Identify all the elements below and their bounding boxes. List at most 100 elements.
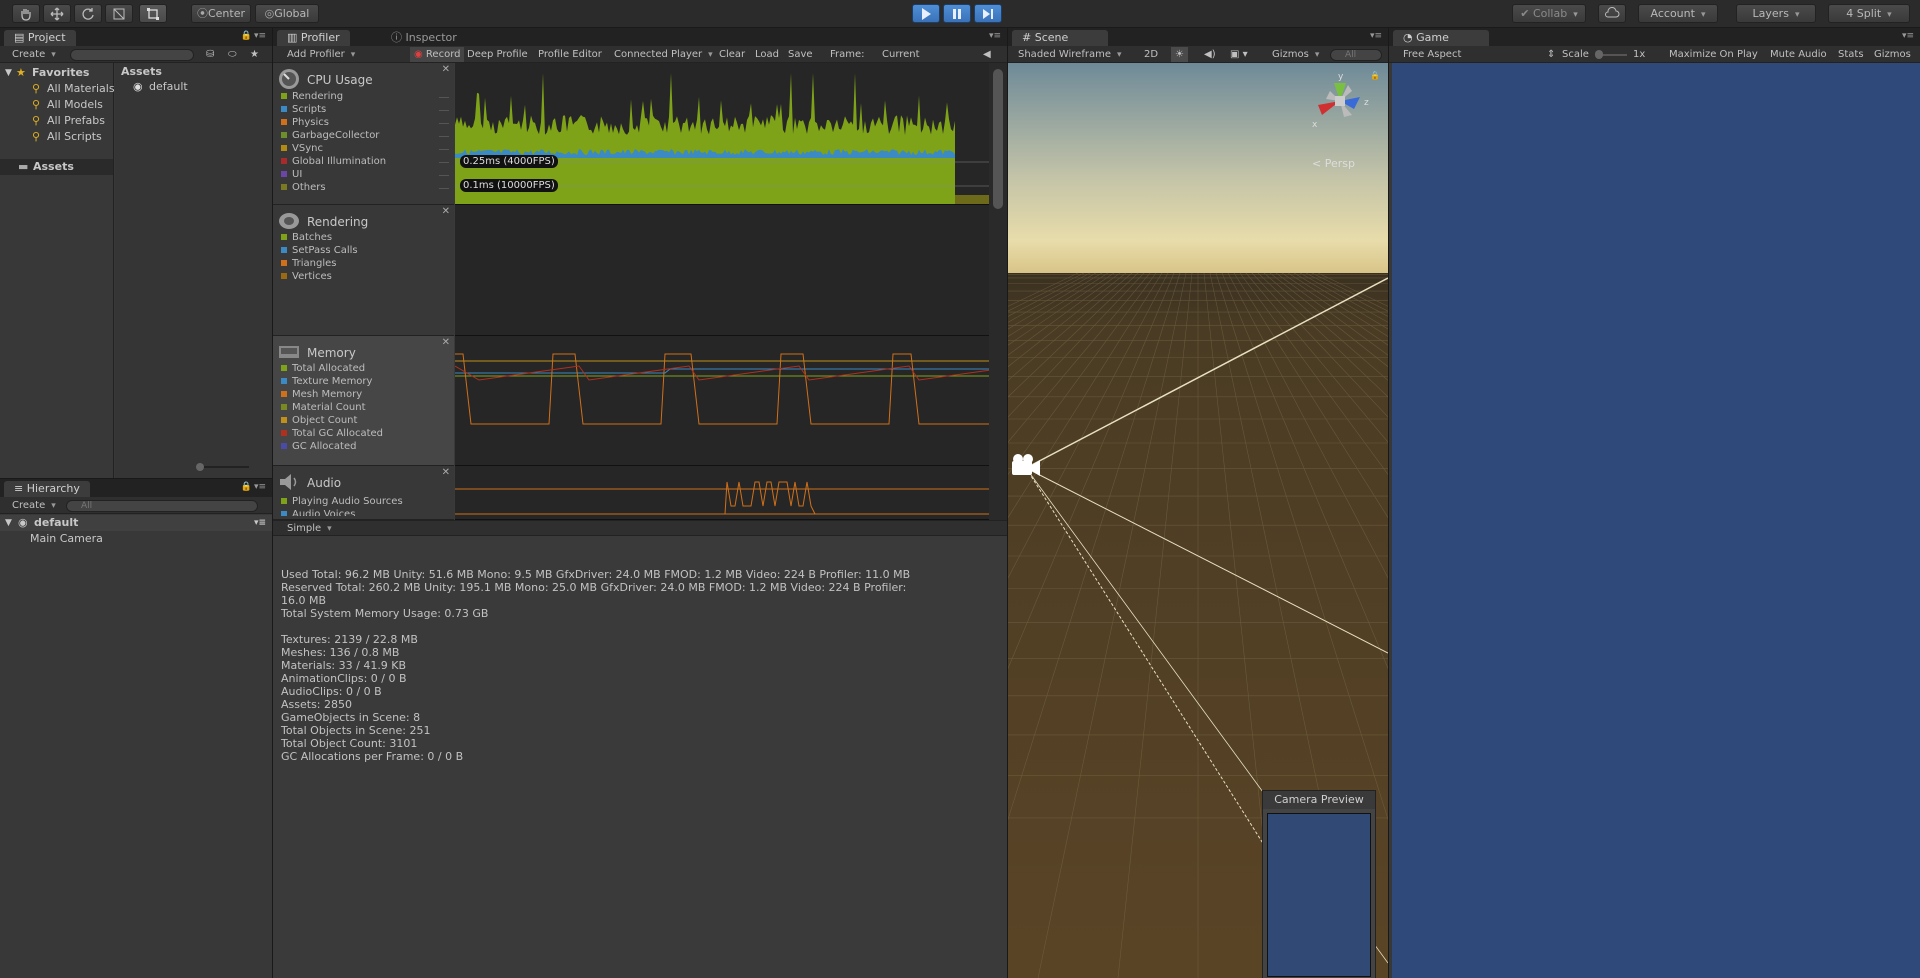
legend-item[interactable]: Object Count [281,415,357,426]
filter-label-icon[interactable]: ⬭ [228,47,237,62]
legend-item[interactable]: Global Illumination [281,156,386,167]
assets-folder-row[interactable]: ▬ Assets [0,159,113,175]
pause-button[interactable] [943,4,971,23]
create-dropdown[interactable]: Create [12,47,56,63]
tab-project[interactable]: ▤ Project [4,30,76,46]
record-button[interactable]: ◉ Record [410,47,465,62]
cloud-button[interactable] [1598,4,1626,23]
legend-item[interactable]: Others [281,182,326,193]
layout-dropdown[interactable]: 4 Split [1828,4,1910,23]
aspect-dropdown[interactable]: Free Aspect [1403,47,1461,62]
slider-handle[interactable] [1595,50,1603,59]
lighting-toggle[interactable]: ☀ [1171,47,1188,62]
connected-player-dropdown[interactable]: Connected Player [614,47,714,63]
memory-graph[interactable] [455,336,989,466]
legend-item[interactable]: GC Allocated [281,441,356,452]
legend-item[interactable]: Batches [281,232,332,243]
lock-icon[interactable]: 🔒 [241,31,252,41]
profiler-scrollbar[interactable] [989,63,1007,520]
add-profiler-dropdown[interactable]: Add Profiler [287,47,355,63]
move-tool-button[interactable] [43,4,71,23]
rect-tool-button[interactable] [139,4,167,23]
play-button[interactable] [912,4,940,23]
favorite-item[interactable]: ⚲ All Models [0,97,113,113]
tab-scene[interactable]: # Scene [1012,30,1108,46]
tab-profiler[interactable]: ▥ Profiler [277,30,350,46]
legend-item[interactable]: Scripts [281,104,326,115]
audio-graph[interactable] [455,466,989,520]
scene-viewport[interactable]: y z x 🔒 < Persp Camera Preview [1008,63,1388,978]
mute-audio-toggle[interactable]: Mute Audio [1770,47,1827,62]
legend-drag-handle[interactable] [439,123,449,124]
legend-item[interactable]: Playing Audio Sources [281,496,403,507]
persp-label[interactable]: < Persp [1312,157,1355,170]
tab-hierarchy[interactable]: ≡ Hierarchy [4,481,90,497]
create-dropdown[interactable]: Create [12,498,56,514]
orientation-gizmo[interactable]: y z x [1304,71,1376,141]
effects-toggle[interactable]: ▣ ▾ [1230,47,1248,62]
tab-inspector[interactable]: ⓘ Inspector [381,30,467,46]
hierarchy-search-input[interactable]: All [66,500,258,512]
panel-menu-icon[interactable]: ▾≡ [1370,31,1382,41]
panel-menu-icon[interactable]: ▾≡ [254,482,266,492]
legend-drag-handle[interactable] [439,175,449,176]
legend-item[interactable]: GarbageCollector [281,130,379,141]
gizmos-toggle[interactable]: Gizmos [1874,47,1911,62]
scale-tool-button[interactable] [105,4,133,23]
legend-drag-handle[interactable] [439,97,449,98]
layers-dropdown[interactable]: Layers [1736,4,1816,23]
legend-drag-handle[interactable] [439,149,449,150]
legend-item[interactable]: Audio Voices [281,509,355,516]
cpu-usage-graph[interactable]: 0.25ms (4000FPS) 0.1ms (10000FPS) [455,63,989,205]
legend-item[interactable]: Texture Memory [281,376,372,387]
slider-handle[interactable] [196,463,204,471]
view-mode-dropdown[interactable]: Simple [287,521,332,537]
gizmos-dropdown[interactable]: Gizmos [1272,47,1319,63]
panel-menu-icon[interactable]: ▾≡ [989,31,1001,41]
legend-drag-handle[interactable] [439,188,449,189]
legend-item[interactable]: Total GC Allocated [281,428,383,439]
close-icon[interactable]: ✕ [442,64,450,75]
hand-tool-button[interactable] [12,4,40,23]
legend-item[interactable]: Physics [281,117,329,128]
asset-item[interactable]: ◉ default [115,79,272,95]
close-icon[interactable]: ✕ [442,206,450,217]
tab-game[interactable]: ◔ Game [1393,30,1489,46]
stats-toggle[interactable]: Stats [1838,47,1864,62]
filter-type-icon[interactable]: ⛁ [206,47,214,62]
step-button[interactable] [974,4,1002,23]
rendering-graph[interactable] [455,205,989,336]
legend-item[interactable]: VSync [281,143,323,154]
scene-menu-icon[interactable]: ▾≡ [254,515,266,531]
audio-toggle[interactable]: ◀) [1204,47,1216,62]
load-button[interactable]: Load [755,47,779,62]
legend-item[interactable]: UI [281,169,302,180]
pivot-center-toggle[interactable]: ⦿Center [191,4,251,23]
rotate-tool-button[interactable] [74,4,102,23]
game-viewport[interactable] [1392,63,1920,978]
pivot-global-toggle[interactable]: ◎Global [255,4,319,23]
deep-profile-button[interactable]: Deep Profile [467,47,528,62]
scene-search-input[interactable]: All [1330,49,1382,61]
current-frame-button[interactable]: Current [882,47,920,62]
favorite-star-icon[interactable]: ★ [250,47,259,62]
2d-toggle[interactable]: 2D [1144,47,1158,62]
collab-dropdown[interactable]: ✔ Collab [1512,4,1586,23]
legend-item[interactable]: Material Count [281,402,366,413]
close-icon[interactable]: ✕ [442,467,450,478]
legend-item[interactable]: Total Allocated [281,363,365,374]
icon-size-slider[interactable] [196,463,249,471]
clear-button[interactable]: Clear [719,47,745,62]
aspect-dropdown-arrow[interactable]: ⇕ [1547,47,1555,62]
lock-icon[interactable]: 🔒 [1370,71,1380,80]
account-dropdown[interactable]: Account [1638,4,1718,23]
project-search-input[interactable] [70,49,194,61]
shading-mode-dropdown[interactable]: Shaded Wireframe [1018,47,1138,63]
favorite-item[interactable]: ⚲ All Scripts [0,129,113,145]
scene-row[interactable]: ▼ ◉ default ▾≡ [0,515,272,531]
legend-item[interactable]: Mesh Memory [281,389,362,400]
legend-item[interactable]: Triangles [281,258,336,269]
prev-frame-icon[interactable]: ◀ [983,47,991,62]
legend-item[interactable]: SetPass Calls [281,245,358,256]
scrollbar-thumb[interactable] [993,69,1003,209]
